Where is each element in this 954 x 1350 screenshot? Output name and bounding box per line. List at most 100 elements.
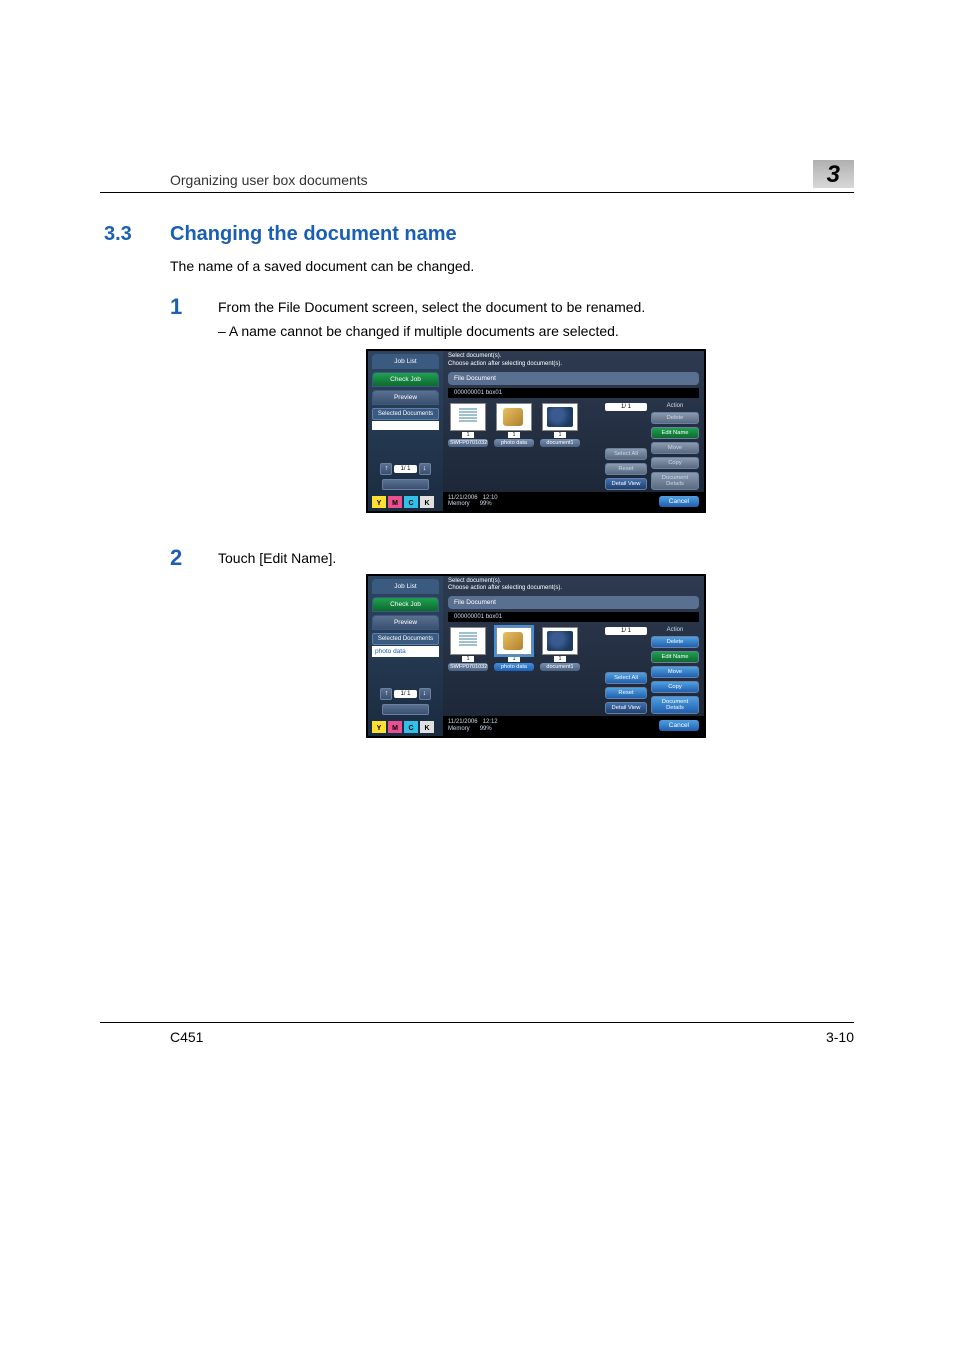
thumbnail-image-icon bbox=[450, 627, 486, 655]
pager-down-icon[interactable]: ↓ bbox=[419, 463, 431, 475]
supply-indicators: Y M C K bbox=[372, 496, 439, 508]
left-pager: 1/ 1 bbox=[394, 690, 416, 698]
footer-page: 3-10 bbox=[826, 1029, 854, 1045]
step-1-bullet: – A name cannot be changed if multiple d… bbox=[218, 323, 854, 339]
instruction-text: Select document(s). Choose action after … bbox=[443, 351, 704, 369]
tab-preview[interactable]: Preview bbox=[372, 390, 439, 405]
step-number-1: 1 bbox=[170, 294, 194, 537]
thumbnail-label: SWFP0701032 bbox=[448, 439, 488, 447]
box-name: 000000001 box01 bbox=[448, 388, 699, 398]
thumbnail-1[interactable]: 1 SWFP0701032 bbox=[448, 627, 488, 671]
chapter-badge: 3 bbox=[813, 160, 854, 188]
thumb-pager: 1/ 1 bbox=[605, 403, 647, 411]
tab-preview[interactable]: Preview bbox=[372, 615, 439, 630]
tab-check-job[interactable]: Check Job bbox=[372, 372, 439, 387]
intro-text: The name of a saved document can be chan… bbox=[170, 258, 854, 274]
copy-button[interactable]: Copy bbox=[651, 681, 699, 693]
edit-name-button[interactable]: Edit Name bbox=[651, 651, 699, 663]
file-document-tab[interactable]: File Document bbox=[448, 596, 699, 609]
tab-job-list[interactable]: Job List bbox=[372, 579, 439, 594]
action-header: Action bbox=[651, 627, 699, 633]
header-title: Organizing user box documents bbox=[170, 172, 368, 188]
reset-button[interactable]: Reset bbox=[605, 463, 647, 475]
cancel-button[interactable]: Cancel bbox=[659, 496, 699, 507]
thumbnail-label: photo data bbox=[494, 663, 534, 671]
cancel-button[interactable]: Cancel bbox=[659, 720, 699, 731]
datetime-memory: 11/21/2006 12:10 Memory 99% bbox=[448, 495, 498, 508]
pager-up-icon[interactable]: ↑ bbox=[380, 463, 392, 475]
thumbnail-count: 1 bbox=[508, 432, 520, 438]
datetime-memory: 11/21/2006 12:12 Memory 99% bbox=[448, 719, 498, 732]
thumbnail-image-icon bbox=[496, 627, 532, 655]
select-all-button[interactable]: Select All bbox=[605, 448, 647, 460]
file-document-tab[interactable]: File Document bbox=[448, 372, 699, 385]
supply-k: K bbox=[420, 721, 434, 733]
thumbnail-image-icon bbox=[542, 403, 578, 431]
device-screenshot-2: Job List Check Job Preview Selected Docu… bbox=[366, 574, 706, 738]
instruction-line1: Select document(s). bbox=[448, 353, 699, 360]
document-details-button[interactable]: Document Details bbox=[651, 696, 699, 714]
supply-m: M bbox=[388, 721, 402, 733]
footer-model: C451 bbox=[170, 1029, 203, 1045]
thumbnail-1[interactable]: 1 SWFP0701032 bbox=[448, 403, 488, 447]
action-header: Action bbox=[651, 403, 699, 409]
section-title: Changing the document name bbox=[170, 223, 457, 246]
step-number-2: 2 bbox=[170, 545, 194, 762]
instruction-line2: Choose action after selecting document(s… bbox=[448, 585, 699, 592]
thumbnail-image-icon bbox=[542, 627, 578, 655]
left-blank-button[interactable] bbox=[382, 479, 429, 490]
instruction-line2: Choose action after selecting document(s… bbox=[448, 361, 699, 368]
thumbnail-label: document1 bbox=[540, 439, 580, 447]
step-1-text: From the File Document screen, select th… bbox=[218, 299, 854, 315]
left-blank-button[interactable] bbox=[382, 704, 429, 715]
thumbnail-3[interactable]: 1 document1 bbox=[540, 403, 580, 447]
step-2-text: Touch [Edit Name]. bbox=[218, 550, 854, 566]
thumbnail-count: 1 bbox=[554, 656, 566, 662]
box-name: 000000001 box01 bbox=[448, 612, 699, 622]
instruction-text: Select document(s). Choose action after … bbox=[443, 576, 704, 594]
pager-down-icon[interactable]: ↓ bbox=[419, 688, 431, 700]
supply-c: C bbox=[404, 496, 418, 508]
select-all-button[interactable]: Select All bbox=[605, 672, 647, 684]
thumbnail-label: document1 bbox=[540, 663, 580, 671]
thumb-pager: 1/ 1 bbox=[605, 627, 647, 635]
pager-up-icon[interactable]: ↑ bbox=[380, 688, 392, 700]
move-button[interactable]: Move bbox=[651, 666, 699, 678]
copy-button[interactable]: Copy bbox=[651, 457, 699, 469]
delete-button[interactable]: Delete bbox=[651, 636, 699, 648]
tab-job-list[interactable]: Job List bbox=[372, 354, 439, 369]
section-number: 3.3 bbox=[104, 223, 142, 246]
supply-k: K bbox=[420, 496, 434, 508]
thumbnail-label: photo data bbox=[494, 439, 534, 447]
supply-y: Y bbox=[372, 721, 386, 733]
detail-view-button[interactable]: Detail View bbox=[605, 702, 647, 714]
delete-button[interactable]: Delete bbox=[651, 412, 699, 424]
instruction-line1: Select document(s). bbox=[448, 578, 699, 585]
tab-check-job[interactable]: Check Job bbox=[372, 597, 439, 612]
supply-y: Y bbox=[372, 496, 386, 508]
left-pager: 1/ 1 bbox=[394, 465, 416, 473]
reset-button[interactable]: Reset bbox=[605, 687, 647, 699]
thumbnail-2[interactable]: 1 photo data bbox=[494, 403, 534, 447]
document-details-button[interactable]: Document Details bbox=[651, 472, 699, 490]
supply-indicators: Y M C K bbox=[372, 721, 439, 733]
thumbnail-count: 1 bbox=[554, 432, 566, 438]
thumbnail-count: 1 bbox=[462, 656, 474, 662]
thumbnail-count: 1 bbox=[508, 656, 520, 662]
doc-header: Organizing user box documents 3 bbox=[100, 160, 854, 193]
thumbnail-3[interactable]: 1 document1 bbox=[540, 627, 580, 671]
device-screenshot-1: Job List Check Job Preview Selected Docu… bbox=[366, 349, 706, 513]
edit-name-button[interactable]: Edit Name bbox=[651, 427, 699, 439]
selected-documents-header: Selected Documents bbox=[372, 408, 439, 420]
thumbnail-count: 1 bbox=[462, 432, 474, 438]
thumbnail-label: SWFP0701032 bbox=[448, 663, 488, 671]
thumbnail-2[interactable]: 1 photo data bbox=[494, 627, 534, 671]
move-button[interactable]: Move bbox=[651, 442, 699, 454]
selected-document-value: photo data bbox=[372, 646, 439, 657]
thumbnail-image-icon bbox=[496, 403, 532, 431]
detail-view-button[interactable]: Detail View bbox=[605, 478, 647, 490]
selected-documents-header: Selected Documents bbox=[372, 633, 439, 645]
thumbnail-image-icon bbox=[450, 403, 486, 431]
supply-m: M bbox=[388, 496, 402, 508]
selected-document-value bbox=[372, 421, 439, 430]
